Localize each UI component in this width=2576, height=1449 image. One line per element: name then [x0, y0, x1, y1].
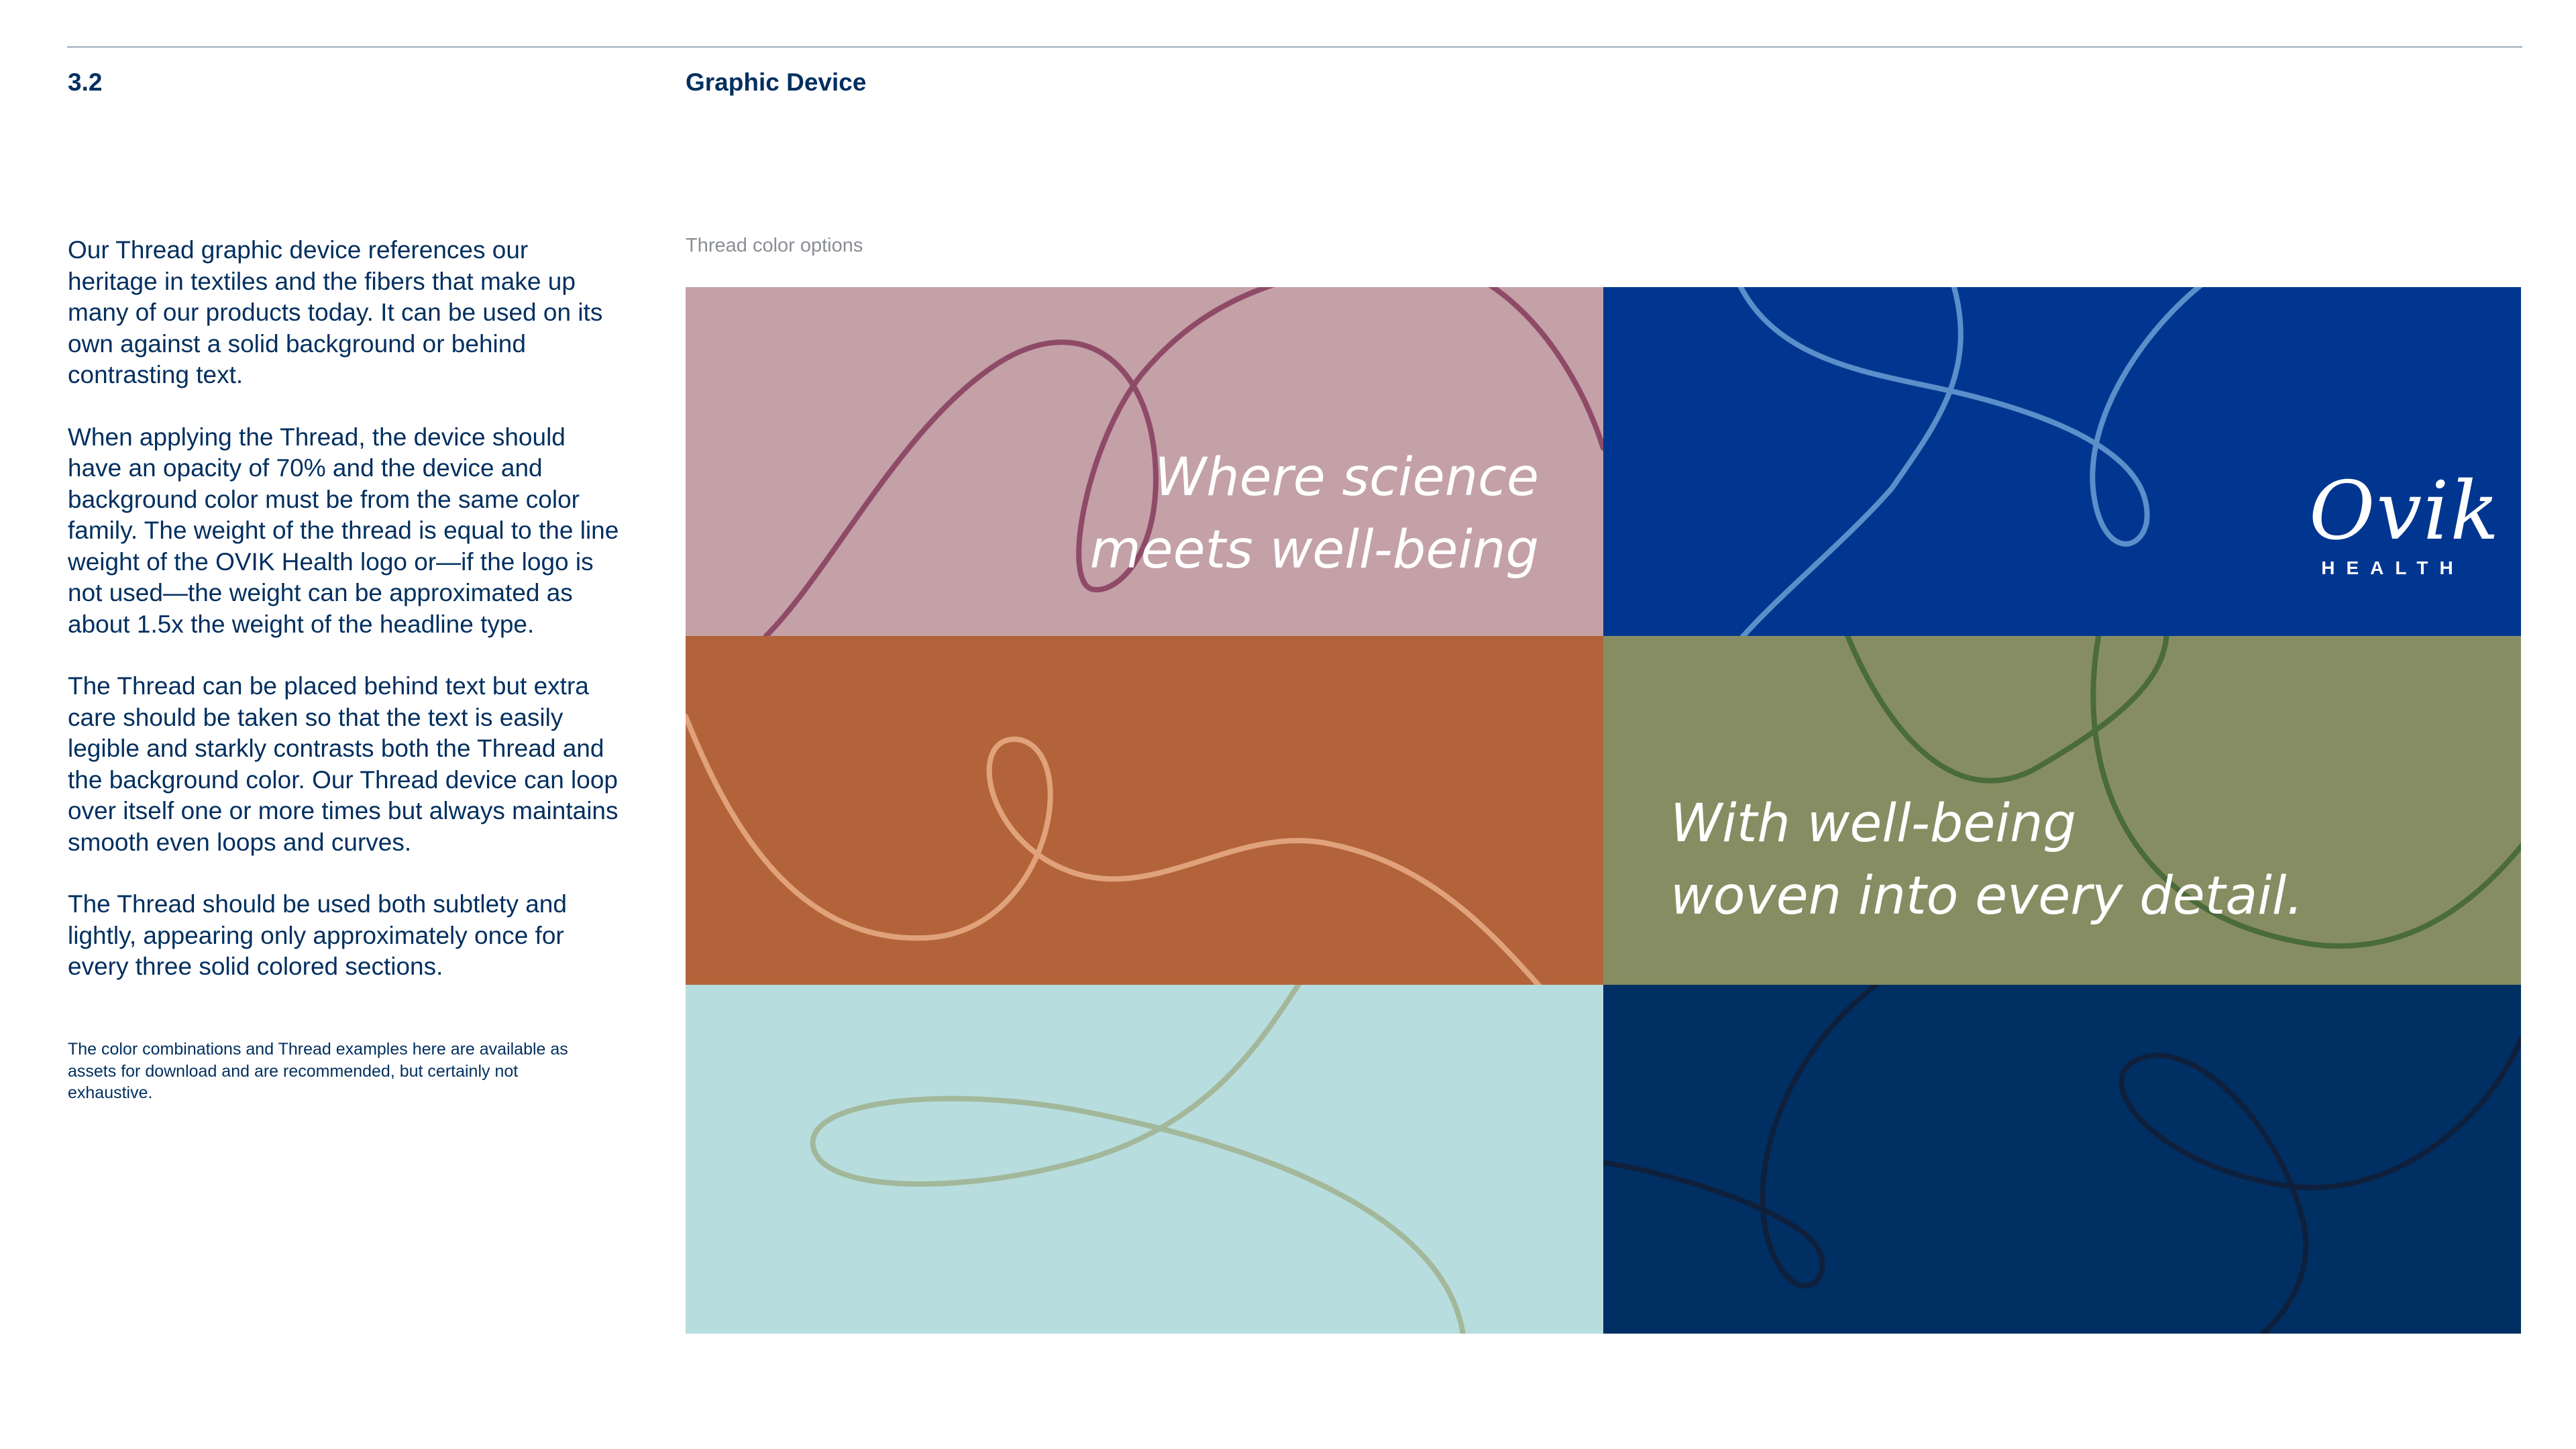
thread-aqua	[810, 985, 1466, 1334]
panel-navy	[1603, 985, 2521, 1334]
thread-rust	[686, 714, 1542, 985]
panel-olive: With well-being woven into every detail.	[1603, 636, 2521, 985]
section-number: 3.2	[68, 68, 103, 96]
ovik-health-logo: Ovik HEALTH	[2309, 465, 2501, 579]
tagline-line: With well-being	[1670, 794, 2076, 854]
thread-color-grid: Where science meets well-being Ovik HEAL…	[686, 287, 2521, 1334]
logo-subtext: HEALTH	[2321, 557, 2465, 578]
panel-rust	[686, 636, 1603, 985]
logo-wordmark: Ovik	[2309, 465, 2501, 558]
header-rule	[67, 46, 2522, 48]
tagline-science: Where science meets well-being	[1090, 441, 1539, 586]
fine-print: The color combinations and Thread exampl…	[68, 1040, 568, 1102]
tagline-line: meets well-being	[1089, 520, 1539, 580]
tagline-line: Where science	[1155, 447, 1539, 508]
paragraph: The Thread should be used both subtlety …	[68, 890, 567, 980]
body-copy: Our Thread graphic device references our…	[68, 235, 625, 1014]
thread-blue	[1737, 287, 2203, 636]
tagline-line: woven into every detail.	[1670, 866, 2304, 926]
grid-caption: Thread color options	[686, 235, 863, 256]
paragraph: Our Thread graphic device references our…	[68, 236, 603, 388]
section-title: Graphic Device	[686, 68, 867, 96]
tagline-woven: With well-being woven into every detail.	[1670, 788, 2303, 932]
panel-blue: Ovik HEALTH	[1603, 287, 2521, 636]
paragraph: The Thread can be placed behind text but…	[68, 672, 619, 856]
paragraph: When applying the Thread, the device sho…	[68, 423, 619, 638]
panel-mauve: Where science meets well-being	[686, 287, 1603, 636]
panel-aqua	[686, 985, 1603, 1334]
thread-navy	[1603, 985, 2521, 1334]
